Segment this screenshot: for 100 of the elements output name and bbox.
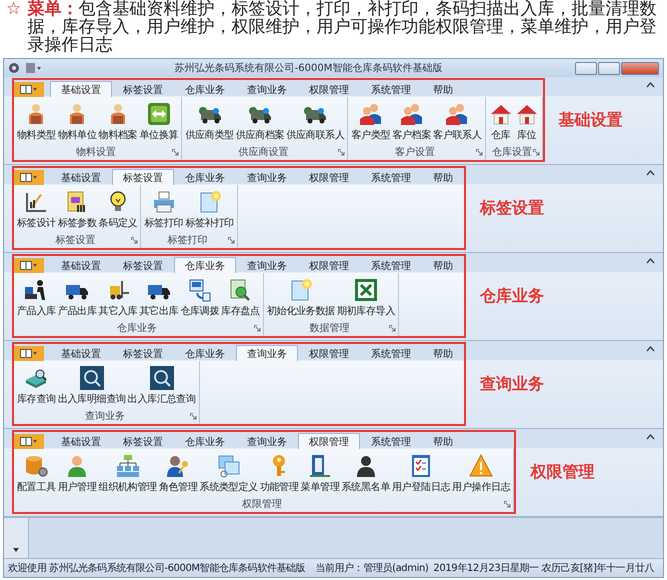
ribbon-tab[interactable]: 系统管理 (360, 81, 422, 97)
ribbon-button[interactable]: 用户管理 (56, 452, 98, 496)
ribbon-tab[interactable]: 标签设置 (112, 257, 174, 273)
ribbon-tab[interactable]: 仓库业务 (174, 257, 236, 273)
ribbon-button[interactable]: 条码定义 (98, 188, 138, 232)
ribbon-button[interactable]: 用户登陆日志 (390, 452, 452, 496)
ribbon-tab[interactable]: 帮助 (422, 257, 464, 273)
ribbon-button[interactable]: 初始化业务数据 (266, 276, 336, 320)
ribbon-button[interactable]: 系统黑名单 (340, 452, 391, 496)
ribbon-tab[interactable]: 系统管理 (360, 433, 422, 449)
ribbon-tab[interactable]: 标签设置 (112, 433, 174, 449)
ribbon-tab[interactable]: 基础设置 (50, 81, 112, 97)
ribbon-button[interactable]: 仓库调拨 (179, 276, 220, 320)
app-menu-button[interactable] (14, 434, 44, 449)
ribbon-tab[interactable]: 查询业务 (236, 169, 298, 185)
collapse-ribbon-icon[interactable] (646, 81, 655, 88)
dialog-launcher-icon[interactable] (254, 324, 261, 332)
dialog-launcher-icon[interactable] (190, 412, 197, 420)
magnifier-icon (80, 366, 104, 390)
ribbon-tab[interactable]: 标签设置 (112, 169, 174, 185)
ribbon-button[interactable]: 期初库存导入 (336, 276, 396, 320)
ribbon-button[interactable]: 出入库汇总查询 (126, 364, 197, 408)
dialog-launcher-icon[interactable] (476, 148, 483, 156)
ribbon-button[interactable]: 用户操作日志 (451, 452, 512, 496)
ribbon-button[interactable]: 配置工具 (16, 452, 57, 496)
group-label: 仓库设置 (492, 146, 533, 159)
ribbon-tab[interactable]: 权限管理 (298, 81, 360, 97)
ribbon-tab[interactable]: 基础设置 (50, 169, 112, 185)
ribbon-button[interactable]: 库存查询 (16, 364, 57, 408)
dialog-launcher-icon[interactable] (504, 500, 512, 508)
ribbon-tab[interactable]: 标签设置 (112, 81, 174, 97)
ribbon-tab[interactable]: 查询业务 (236, 257, 298, 273)
ribbon-tab[interactable]: 基础设置 (50, 433, 112, 449)
ribbon-button[interactable]: 其它入库 (98, 276, 138, 320)
ribbon-button[interactable]: 单位换算 (138, 100, 180, 144)
ribbon-tab[interactable]: 基础设置 (50, 345, 112, 361)
ribbon-button[interactable]: 其它出库 (138, 276, 180, 320)
ribbon-tab[interactable]: 仓库业务 (174, 345, 236, 361)
caret-icon[interactable] (13, 548, 19, 552)
ribbon-button[interactable]: 组织机构管理 (98, 452, 158, 496)
app-menu-button[interactable] (14, 258, 44, 273)
ribbon-button[interactable]: 功能管理 (258, 452, 300, 496)
collapse-ribbon-icon[interactable] (646, 257, 655, 264)
ribbon-button[interactable]: 供应商档案 (234, 100, 286, 144)
ribbon-tab[interactable]: 帮助 (422, 433, 464, 449)
ribbon-tab[interactable]: 系统管理 (360, 345, 422, 361)
ribbon-button[interactable]: 物料类型 (16, 100, 57, 144)
ribbon-button[interactable]: 产品出库 (56, 276, 98, 320)
ribbon-tab[interactable]: 系统管理 (360, 169, 422, 185)
ribbon-tab[interactable]: 查询业务 (236, 81, 298, 97)
ribbon-button[interactable]: 产品入库 (16, 276, 57, 320)
ribbon-tab[interactable]: 权限管理 (298, 257, 360, 273)
ribbon-tab[interactable]: 仓库业务 (174, 433, 236, 449)
ribbon-button[interactable]: 库位 (514, 100, 540, 144)
collapse-ribbon-icon[interactable] (646, 169, 655, 176)
ribbon-tab[interactable]: 标签设置 (112, 345, 174, 361)
ribbon-button[interactable]: 库存盘点 (220, 276, 261, 320)
ribbon-button[interactable]: 标签设计 (16, 188, 57, 232)
ribbon-button[interactable]: 菜单管理 (300, 452, 340, 496)
ribbon-button[interactable]: 客户联系人 (432, 100, 483, 144)
dialog-launcher-icon[interactable] (228, 236, 235, 244)
collapse-ribbon-icon[interactable] (646, 345, 655, 352)
ribbon-tab[interactable]: 查询业务 (236, 433, 298, 449)
ribbon-button[interactable]: 出入库明细查询 (56, 364, 127, 408)
ribbon-tab[interactable]: 帮助 (422, 81, 464, 97)
ribbon-button[interactable]: 标签补打印 (184, 188, 235, 232)
ribbon-button[interactable]: 客户类型 (350, 100, 392, 144)
ribbon-button[interactable]: 标签参数 (56, 188, 98, 232)
dialog-launcher-icon[interactable] (388, 324, 396, 332)
maximize-button[interactable] (598, 62, 620, 74)
app-menu-button[interactable] (14, 170, 44, 185)
minimize-button[interactable] (575, 62, 597, 74)
ribbon-tab[interactable]: 基础设置 (50, 257, 112, 273)
ribbon-tab[interactable]: 查询业务 (236, 345, 298, 361)
quick-access-icon[interactable] (26, 63, 42, 73)
ribbon-button[interactable]: 角色管理 (158, 452, 199, 496)
ribbon-button[interactable]: 客户档案 (391, 100, 432, 144)
dialog-launcher-icon[interactable] (532, 148, 540, 156)
ribbon-tab[interactable]: 系统管理 (360, 257, 422, 273)
ribbon-button[interactable]: 仓库 (488, 100, 514, 144)
dialog-launcher-icon[interactable] (338, 148, 346, 156)
ribbon-button[interactable]: 系统类型定义 (198, 452, 259, 496)
close-button[interactable] (621, 62, 659, 74)
dialog-launcher-icon[interactable] (172, 148, 180, 156)
ribbon-button[interactable]: 供应商联系人 (285, 100, 346, 144)
app-menu-button[interactable] (14, 346, 44, 361)
collapse-ribbon-icon[interactable] (646, 433, 655, 440)
ribbon-tab[interactable]: 权限管理 (298, 345, 360, 361)
dialog-launcher-icon[interactable] (131, 236, 138, 244)
ribbon-button[interactable]: 标签打印 (143, 188, 184, 232)
ribbon-tab[interactable]: 仓库业务 (174, 169, 236, 185)
ribbon-tab[interactable]: 权限管理 (298, 433, 360, 449)
ribbon-tab[interactable]: 帮助 (422, 345, 464, 361)
ribbon-button[interactable]: 物料档案 (98, 100, 138, 144)
ribbon-button[interactable]: 供应商类型 (184, 100, 235, 144)
ribbon-tab[interactable]: 权限管理 (298, 169, 360, 185)
ribbon-button[interactable]: 物料单位 (56, 100, 98, 144)
ribbon-tab[interactable]: 仓库业务 (174, 81, 236, 97)
ribbon-tab[interactable]: 帮助 (422, 169, 464, 185)
app-menu-button[interactable] (14, 82, 44, 97)
